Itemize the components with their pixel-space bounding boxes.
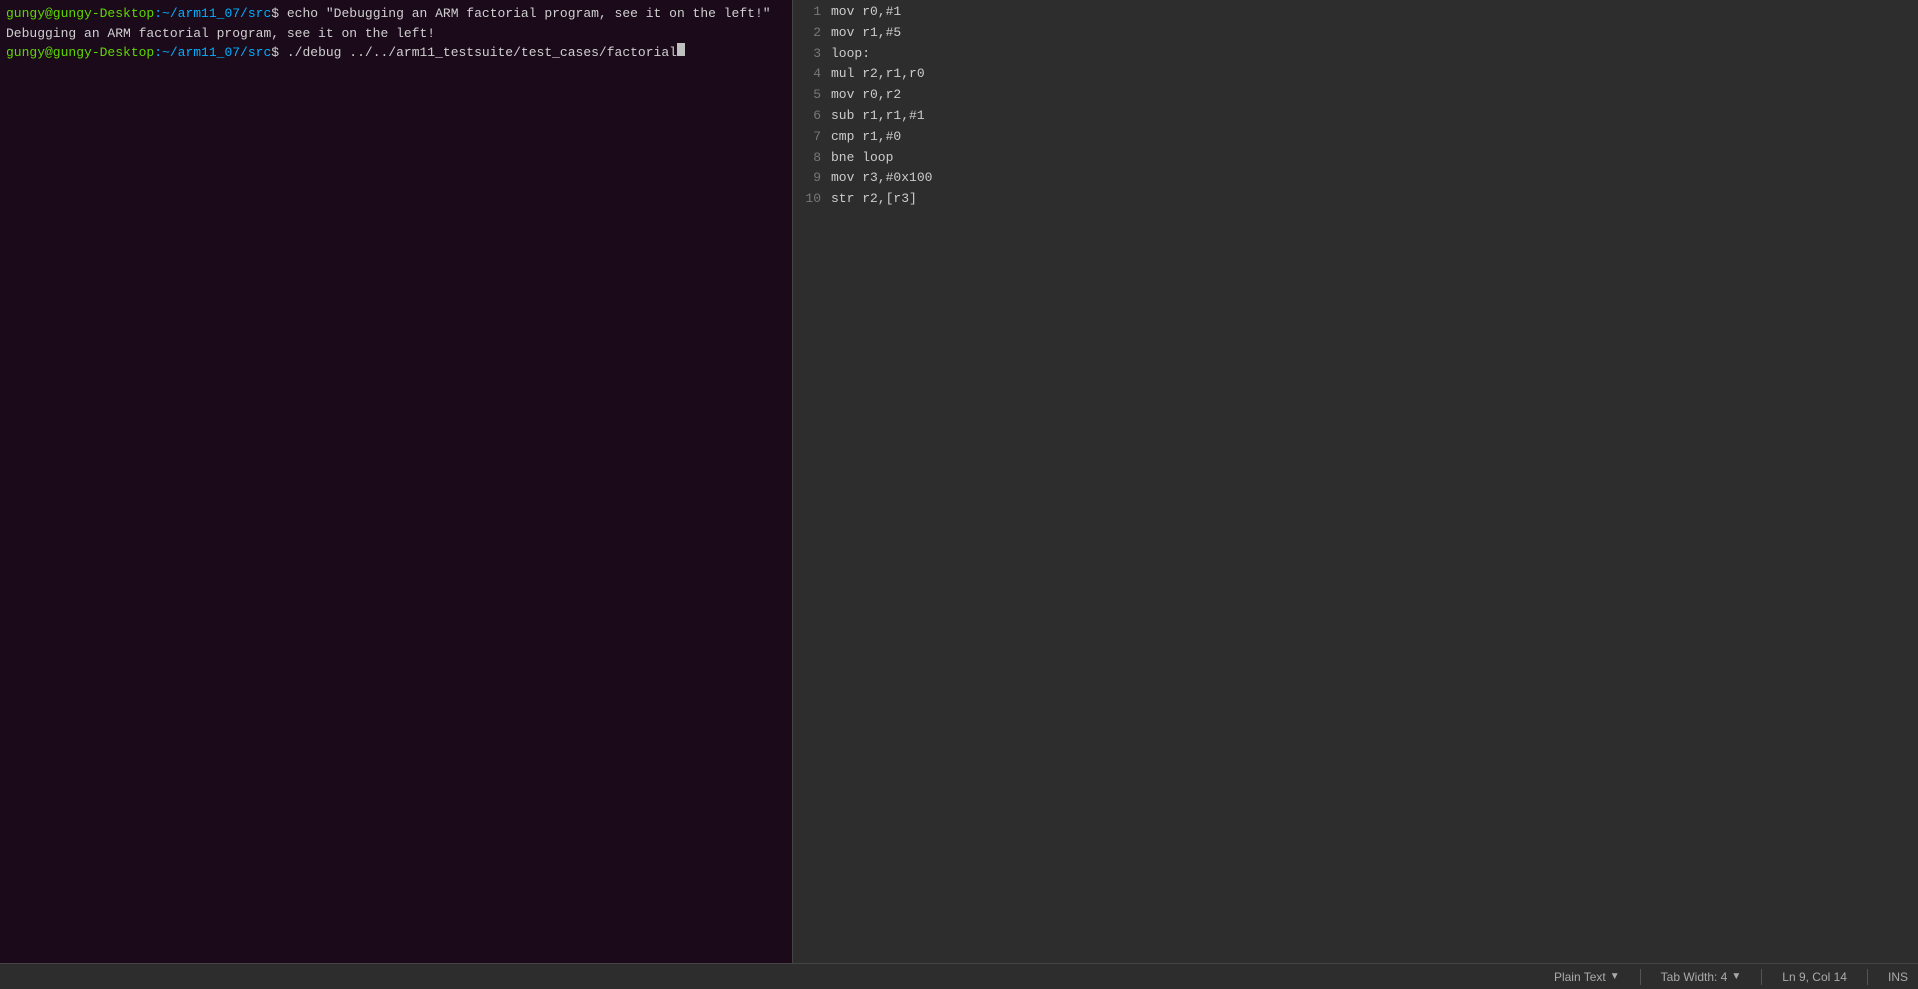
language-label: Plain Text bbox=[1554, 970, 1606, 984]
status-divider-3 bbox=[1867, 969, 1868, 985]
terminal-cursor bbox=[677, 43, 685, 56]
status-bar: Plain Text ▼ Tab Width: 4 ▼ Ln 9, Col 14… bbox=[0, 963, 1918, 989]
terminal-line-1: gungy@gungy-Desktop:~/arm11_07/src$ echo… bbox=[6, 4, 786, 24]
line-number-8: 8 bbox=[797, 148, 821, 169]
terminal-panel[interactable]: gungy@gungy-Desktop:~/arm11_07/src$ echo… bbox=[0, 0, 793, 963]
line-number-10: 10 bbox=[797, 189, 821, 210]
code-line-1: 1 mov r0,#1 bbox=[793, 2, 1918, 23]
code-line-3: 3 loop: bbox=[793, 44, 1918, 65]
line-content-4: mul r2,r1,r0 bbox=[831, 64, 925, 85]
terminal-command-2: ./debug ../../arm11_testsuite/test_cases… bbox=[287, 43, 677, 63]
terminal-user-2: gungy@gungy-Desktop bbox=[6, 43, 154, 63]
code-line-8: 8 bne loop bbox=[793, 148, 1918, 169]
terminal-line-2: Debugging an ARM factorial program, see … bbox=[6, 24, 786, 44]
editor-panel[interactable]: 1mov r0,#12mov r1,#53loop:4mul r2,r1,r05… bbox=[793, 0, 1918, 963]
tab-width-label: Tab Width: 4 bbox=[1661, 970, 1728, 984]
line-content-3: loop: bbox=[831, 44, 870, 65]
status-divider-2 bbox=[1761, 969, 1762, 985]
code-line-10: 10 str r2,[r3] bbox=[793, 189, 1918, 210]
main-area: gungy@gungy-Desktop:~/arm11_07/src$ echo… bbox=[0, 0, 1918, 963]
terminal-line-3: gungy@gungy-Desktop:~/arm11_07/src$ ./de… bbox=[6, 43, 786, 63]
code-line-6: 6 sub r1,r1,#1 bbox=[793, 106, 1918, 127]
code-line-9: 9 mov r3,#0x100 bbox=[793, 168, 1918, 189]
line-content-10: str r2,[r3] bbox=[831, 189, 917, 210]
ins-indicator: INS bbox=[1888, 970, 1908, 984]
line-number-9: 9 bbox=[797, 168, 821, 189]
line-content-5: mov r0,r2 bbox=[831, 85, 901, 106]
line-number-2: 2 bbox=[797, 23, 821, 44]
terminal-dollar-1: $ bbox=[271, 4, 287, 24]
terminal-dollar-2: $ bbox=[271, 43, 287, 63]
code-line-5: 5 mov r0,r2 bbox=[793, 85, 1918, 106]
line-number-7: 7 bbox=[797, 127, 821, 148]
terminal-command-1: echo "Debugging an ARM factorial program… bbox=[287, 4, 771, 24]
line-content-9: mov r3,#0x100 bbox=[831, 168, 932, 189]
line-content-8: bne loop bbox=[831, 148, 893, 169]
terminal-path-1: :~/arm11_07/src bbox=[154, 4, 271, 24]
code-line-7: 7 cmp r1,#0 bbox=[793, 127, 1918, 148]
status-divider-1 bbox=[1640, 969, 1641, 985]
tab-width-selector[interactable]: Tab Width: 4 ▼ bbox=[1661, 970, 1742, 984]
line-number-5: 5 bbox=[797, 85, 821, 106]
language-chevron: ▼ bbox=[1610, 971, 1620, 982]
terminal-user-1: gungy@gungy-Desktop bbox=[6, 4, 154, 24]
line-content-7: cmp r1,#0 bbox=[831, 127, 901, 148]
tab-width-chevron: ▼ bbox=[1731, 971, 1741, 982]
language-selector[interactable]: Plain Text ▼ bbox=[1554, 970, 1620, 984]
ins-label: INS bbox=[1888, 970, 1908, 984]
line-content-6: sub r1,r1,#1 bbox=[831, 106, 925, 127]
line-number-1: 1 bbox=[797, 2, 821, 23]
line-number-6: 6 bbox=[797, 106, 821, 127]
line-content-1: mov r0,#1 bbox=[831, 2, 901, 23]
terminal-output-1: Debugging an ARM factorial program, see … bbox=[6, 24, 435, 44]
line-number-4: 4 bbox=[797, 64, 821, 85]
position-label: Ln 9, Col 14 bbox=[1782, 970, 1847, 984]
code-line-2: 2 mov r1,#5 bbox=[793, 23, 1918, 44]
cursor-position: Ln 9, Col 14 bbox=[1782, 970, 1847, 984]
code-line-4: 4 mul r2,r1,r0 bbox=[793, 64, 1918, 85]
line-number-3: 3 bbox=[797, 44, 821, 65]
line-content-2: mov r1,#5 bbox=[831, 23, 901, 44]
terminal-path-2: :~/arm11_07/src bbox=[154, 43, 271, 63]
